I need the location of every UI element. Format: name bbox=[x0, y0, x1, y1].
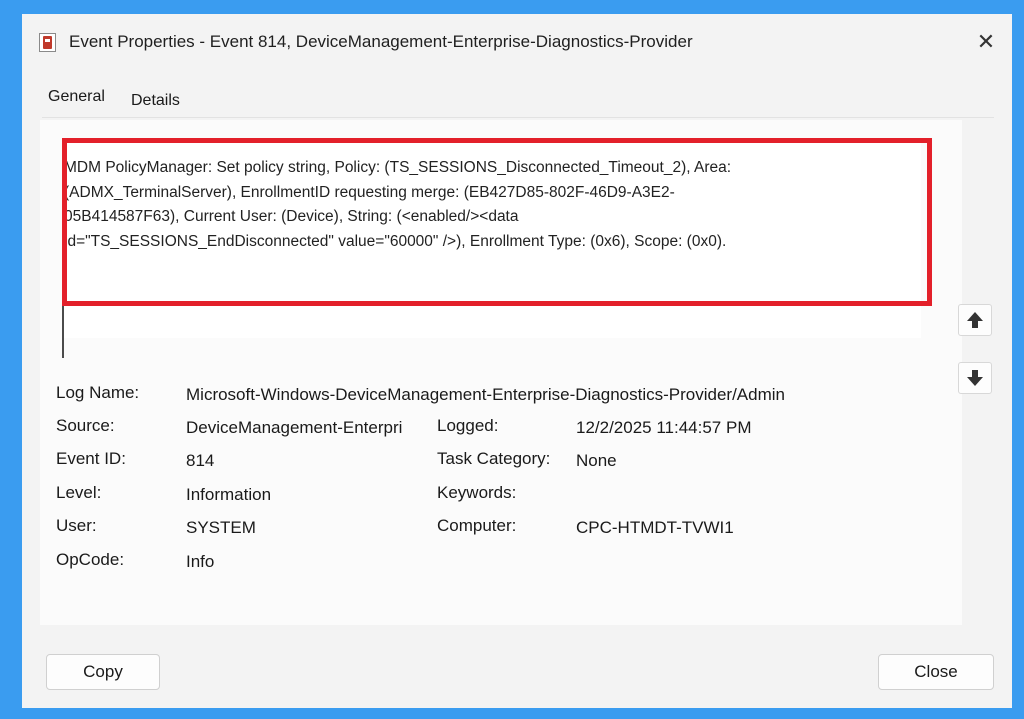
event-viewer-icon bbox=[39, 33, 56, 52]
event-id-value: 814 bbox=[186, 451, 215, 470]
event-id-label: Event ID: bbox=[56, 449, 126, 468]
opcode-label: OpCode: bbox=[56, 550, 125, 569]
arrow-up-icon bbox=[967, 312, 983, 328]
user-value: SYSTEM bbox=[186, 518, 256, 537]
level-value: Information bbox=[186, 485, 272, 504]
tab-divider bbox=[42, 117, 994, 118]
title-bar: Event Properties - Event 814, DeviceMana… bbox=[22, 14, 1012, 70]
keywords-label: Keywords: bbox=[437, 483, 517, 502]
level-label: Level: bbox=[56, 483, 102, 502]
copy-button[interactable]: Copy bbox=[46, 654, 160, 690]
event-details-grid: Log Name: Microsoft-Windows-DeviceManage… bbox=[40, 379, 940, 619]
logged-value: 12/2/2025 11:44:57 PM bbox=[576, 418, 752, 437]
task-category-label: Task Category: bbox=[437, 449, 551, 468]
event-properties-window: Event Properties - Event 814, DeviceMana… bbox=[22, 14, 1012, 708]
logged-label: Logged: bbox=[437, 416, 499, 435]
previous-event-button[interactable] bbox=[958, 304, 992, 336]
tab-details[interactable]: Details bbox=[131, 92, 180, 110]
computer-label: Computer: bbox=[437, 516, 517, 535]
task-category-value: None bbox=[576, 451, 617, 470]
opcode-value: Info bbox=[186, 552, 215, 571]
computer-value: CPC-HTMDT-TVWI1 bbox=[576, 518, 734, 537]
source-label: Source: bbox=[56, 416, 115, 435]
close-icon[interactable]: ✕ bbox=[970, 27, 1002, 57]
log-name-value: Microsoft-Windows-DeviceManagement-Enter… bbox=[186, 385, 785, 404]
tab-general[interactable]: General bbox=[48, 88, 105, 106]
window-title: Event Properties - Event 814, DeviceMana… bbox=[69, 32, 693, 51]
event-description-text: MDM PolicyManager: Set policy string, Po… bbox=[64, 159, 732, 250]
source-value: DeviceManagement-Enterpri bbox=[186, 418, 403, 437]
next-event-button[interactable] bbox=[958, 362, 992, 394]
user-label: User: bbox=[56, 516, 97, 535]
arrow-down-icon bbox=[967, 370, 983, 386]
close-button[interactable]: Close bbox=[878, 654, 994, 690]
log-name-label: Log Name: bbox=[56, 383, 140, 402]
